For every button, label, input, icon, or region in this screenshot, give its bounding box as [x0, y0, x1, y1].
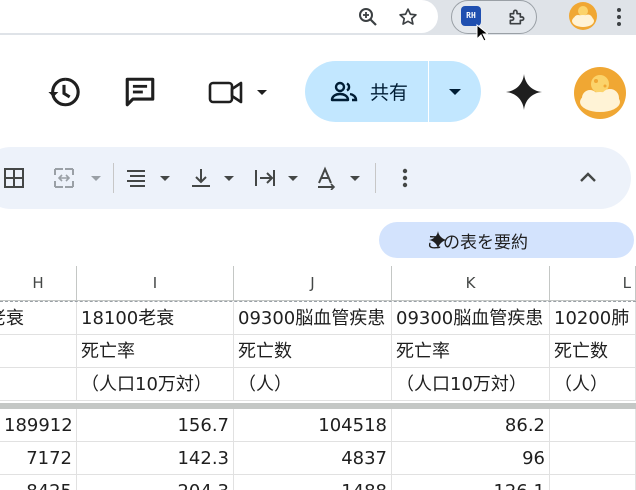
history-icon[interactable] — [42, 70, 86, 114]
gemini-sparkle-icon[interactable] — [502, 70, 546, 114]
table-cell[interactable]: 7172 — [0, 442, 77, 475]
table-cell[interactable]: 18100老衰 — [77, 302, 234, 335]
table-cell[interactable] — [550, 475, 636, 490]
table-cell[interactable]: 10200肺 — [550, 302, 636, 335]
share-label: 共有 — [370, 82, 409, 104]
rh-extension-icon[interactable]: RH — [461, 6, 481, 26]
summarize-table-button[interactable]: この表を要約 — [379, 222, 634, 258]
table-cell[interactable]: 老衰 — [0, 302, 77, 335]
column-header-l[interactable]: L — [550, 266, 636, 301]
table-cell[interactable]: 09300脳血管疾患 — [392, 302, 550, 335]
column-header-i[interactable]: I — [77, 266, 234, 301]
table-cell[interactable]: 死亡率 — [392, 335, 550, 368]
video-call-icon[interactable] — [202, 70, 272, 114]
horizontal-align-icon[interactable] — [124, 163, 176, 193]
comment-icon[interactable] — [118, 70, 162, 114]
collapse-icon[interactable] — [576, 163, 600, 193]
account-avatar[interactable] — [574, 67, 626, 119]
table-cell[interactable]: （人口10万対） — [392, 368, 550, 401]
table-cell[interactable]: 86.2 — [392, 409, 550, 442]
table-cell[interactable]: 126.1 — [392, 475, 550, 490]
vertical-align-icon[interactable] — [188, 163, 240, 193]
table-cell[interactable] — [550, 409, 636, 442]
text-wrap-icon[interactable] — [252, 163, 304, 193]
spreadsheet-grid: H I J K L 老衰 18100老衰 09300脳血管疾患 09300脳血管… — [0, 266, 636, 490]
text-rotation-icon[interactable] — [314, 163, 366, 193]
table-cell[interactable]: 死亡率 — [77, 335, 234, 368]
sparkle-icon — [429, 231, 447, 253]
merge-cells-icon[interactable] — [52, 163, 104, 193]
browser-menu-icon[interactable] — [616, 7, 622, 27]
column-header-k[interactable]: K — [392, 266, 550, 301]
table-cell[interactable]: 156.7 — [77, 409, 234, 442]
share-button-group: 共有 — [305, 61, 481, 122]
toolbar-divider — [375, 163, 376, 193]
table-cell[interactable]: 8425 — [0, 475, 77, 490]
table-cell[interactable] — [0, 335, 77, 368]
table-cell[interactable]: 189912 — [0, 409, 77, 442]
more-icon[interactable] — [395, 163, 415, 193]
table-cell[interactable]: 死亡数 — [234, 335, 392, 368]
column-header-j[interactable]: J — [234, 266, 392, 301]
table-cell[interactable] — [550, 442, 636, 475]
share-button[interactable]: 共有 — [305, 61, 428, 122]
mouse-cursor-icon — [476, 23, 490, 46]
table-cell[interactable]: 09300脳血管疾患 — [234, 302, 392, 335]
share-options-button[interactable] — [429, 61, 481, 122]
table-cell[interactable]: 104518 — [234, 409, 392, 442]
table-cell[interactable]: 204.3 — [77, 475, 234, 490]
table-cell[interactable]: （人口10万対） — [77, 368, 234, 401]
zoom-in-icon[interactable] — [354, 3, 382, 31]
browser-toolbar: RH — [0, 0, 636, 42]
table-cell[interactable]: （人） — [550, 368, 636, 401]
borders-icon[interactable] — [2, 163, 26, 193]
table-cell[interactable]: 142.3 — [77, 442, 234, 475]
table-cell[interactable]: 96 — [392, 442, 550, 475]
caret-down-icon — [449, 88, 461, 95]
table-cell[interactable]: （人） — [234, 368, 392, 401]
people-icon — [330, 81, 358, 101]
table-cell[interactable]: 4837 — [234, 442, 392, 475]
table-cell[interactable]: 死亡数 — [550, 335, 636, 368]
table-cell[interactable] — [0, 368, 77, 401]
toolbar-divider — [113, 163, 114, 193]
column-header-h[interactable]: H — [0, 266, 77, 301]
puzzle-icon[interactable] — [503, 3, 531, 31]
star-icon[interactable] — [394, 3, 422, 31]
profile-avatar[interactable] — [569, 2, 597, 30]
table-cell[interactable]: 1488 — [234, 475, 392, 490]
